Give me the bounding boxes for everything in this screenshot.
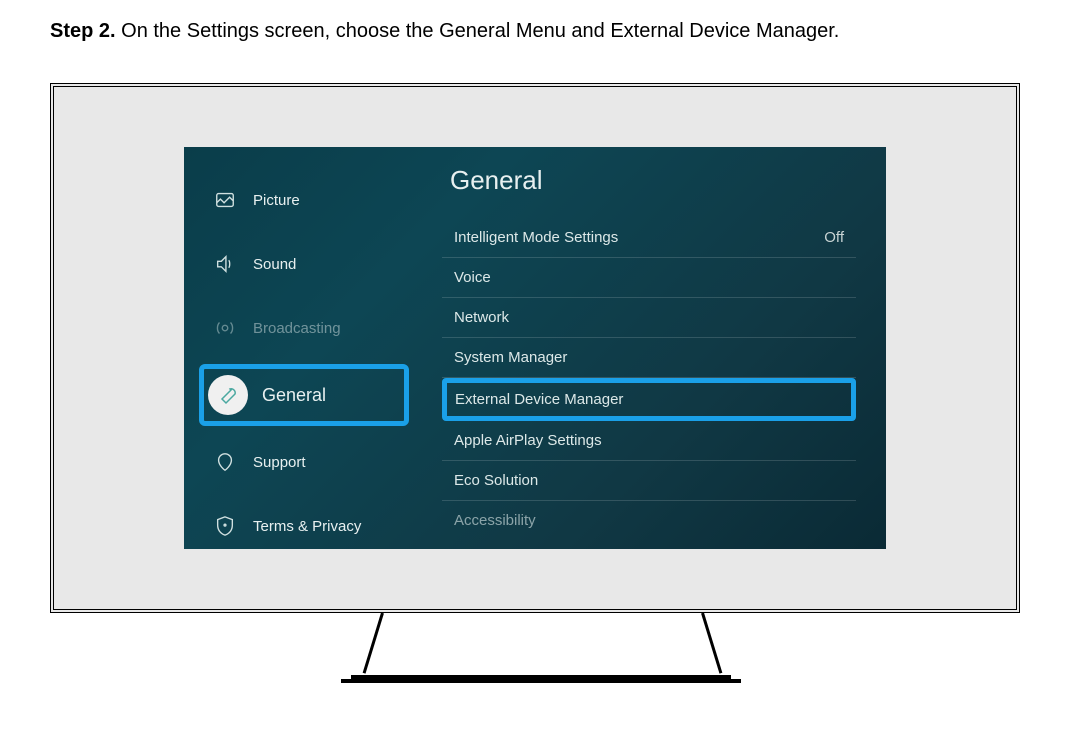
panel-item-eco-solution[interactable]: Eco Solution bbox=[442, 461, 856, 501]
panel-item-system-manager[interactable]: System Manager bbox=[442, 338, 856, 378]
panel-item-network[interactable]: Network bbox=[442, 298, 856, 338]
panel-item-label: Eco Solution bbox=[454, 472, 538, 489]
panel-item-accessibility[interactable]: Accessibility bbox=[442, 501, 856, 540]
panel-item-label: Intelligent Mode Settings bbox=[454, 229, 618, 246]
panel-item-value: Off bbox=[824, 229, 844, 246]
step-text: On the Settings screen, choose the Gener… bbox=[121, 20, 839, 42]
sidebar-item-broadcasting[interactable]: Broadcasting bbox=[199, 300, 409, 356]
sound-icon bbox=[211, 250, 239, 278]
broadcasting-icon bbox=[211, 314, 239, 342]
settings-sidebar: Picture Sound Broadcasting General bbox=[184, 147, 424, 549]
settings-main-panel: General Intelligent Mode Settings Off Vo… bbox=[424, 147, 886, 549]
panel-item-label: External Device Manager bbox=[455, 391, 623, 408]
panel-item-label: System Manager bbox=[454, 349, 567, 366]
sidebar-item-label: Support bbox=[253, 454, 306, 471]
picture-icon bbox=[211, 186, 239, 214]
sidebar-item-label: Picture bbox=[253, 192, 300, 209]
step-instruction: Step 2. On the Settings screen, choose t… bbox=[50, 20, 1031, 43]
sidebar-item-picture[interactable]: Picture bbox=[199, 172, 409, 228]
step-label: Step 2. bbox=[50, 20, 116, 42]
sidebar-item-general[interactable]: General bbox=[199, 364, 409, 426]
panel-item-label: Voice bbox=[454, 269, 491, 286]
sidebar-item-terms-privacy[interactable]: Terms & Privacy bbox=[199, 498, 409, 549]
panel-item-voice[interactable]: Voice bbox=[442, 258, 856, 298]
monitor-frame: Picture Sound Broadcasting General bbox=[50, 83, 1020, 613]
panel-title: General bbox=[442, 165, 856, 196]
sidebar-item-label: Sound bbox=[253, 256, 296, 273]
monitor-stand bbox=[50, 613, 1031, 683]
wrench-icon bbox=[208, 375, 248, 415]
support-icon bbox=[211, 448, 239, 476]
tv-settings-screen: Picture Sound Broadcasting General bbox=[184, 147, 886, 549]
sidebar-item-label: Broadcasting bbox=[253, 320, 341, 337]
panel-item-intelligent-mode[interactable]: Intelligent Mode Settings Off bbox=[442, 218, 856, 258]
sidebar-item-sound[interactable]: Sound bbox=[199, 236, 409, 292]
panel-item-apple-airplay[interactable]: Apple AirPlay Settings bbox=[442, 421, 856, 461]
panel-item-label: Accessibility bbox=[454, 512, 536, 529]
sidebar-item-label: Terms & Privacy bbox=[253, 518, 361, 535]
sidebar-item-support[interactable]: Support bbox=[199, 434, 409, 490]
panel-item-label: Network bbox=[454, 309, 509, 326]
shield-icon bbox=[211, 512, 239, 540]
panel-item-label: Apple AirPlay Settings bbox=[454, 432, 602, 449]
panel-item-external-device-manager[interactable]: External Device Manager bbox=[442, 378, 856, 421]
sidebar-item-label: General bbox=[262, 385, 326, 406]
